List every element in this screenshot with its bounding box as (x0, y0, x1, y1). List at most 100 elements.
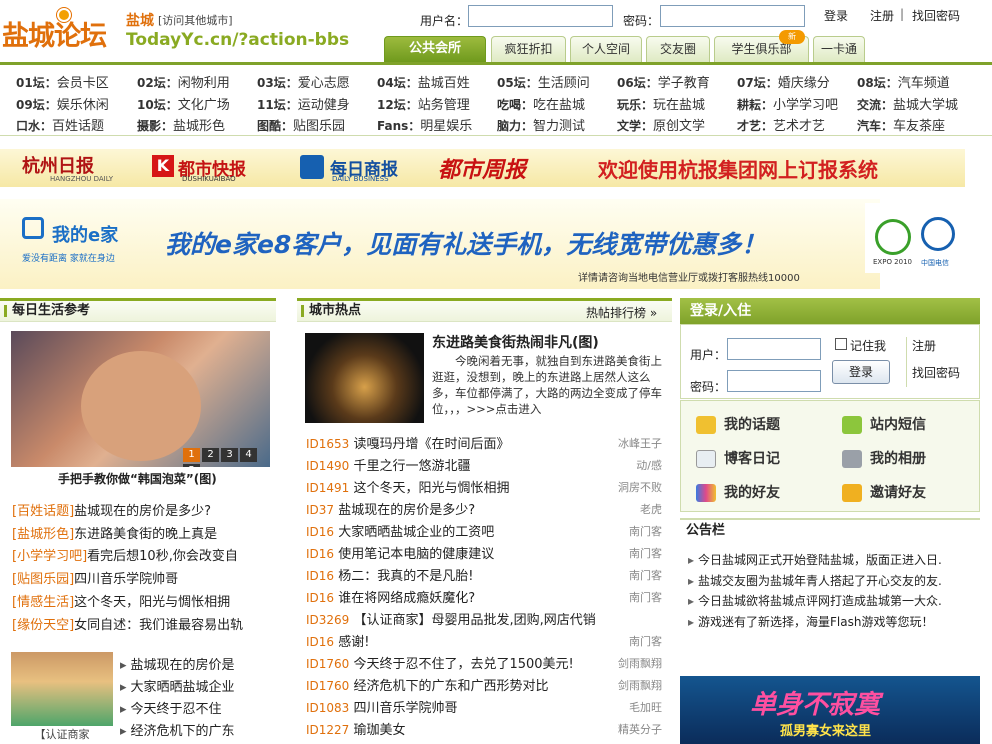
post-id[interactable]: ID1490 (306, 459, 349, 473)
left-link[interactable]: [情感生活]这个冬天，阳光与惆怅相拥 (12, 591, 274, 610)
hot-post[interactable]: ID16 感谢! (306, 631, 369, 650)
hot-post[interactable]: ID1760 经济危机下的广东和广西形势对比 (306, 675, 548, 694)
left-bullet-link[interactable]: ▸ 盐城现在的房价是 (120, 654, 235, 673)
username-input[interactable] (468, 5, 613, 27)
post-id[interactable]: ID1491 (306, 481, 349, 495)
post-author[interactable]: 南门客 (602, 545, 662, 561)
left-link-tag[interactable]: [百姓话题] (12, 504, 74, 519)
notice-item[interactable]: 游戏迷有了新选择，海量Flash游戏等您玩！ (688, 613, 980, 630)
post-id[interactable]: ID1760 (306, 679, 349, 693)
post-title[interactable]: 千里之行一悠游北疆 (353, 459, 470, 474)
hot-post[interactable]: ID1491 这个冬天，阳光与惆怅相拥 (306, 477, 509, 496)
slide-page-button[interactable]: 5 (183, 464, 200, 467)
forum-link[interactable]: 09坛：娱乐休闲 (16, 94, 109, 113)
login-user-input[interactable] (727, 338, 821, 360)
hot-post[interactable]: ID1083 四川音乐学院帅哥 (306, 697, 457, 716)
hot-post[interactable]: ID16 谁在将网络成瘾妖魔化? (306, 587, 475, 606)
album-button[interactable]: 我的相册 (842, 448, 926, 468)
forum-link[interactable]: 01坛：会员卡区 (16, 72, 109, 91)
post-id[interactable]: ID37 (306, 503, 334, 517)
left-link-text[interactable]: 四川音乐学院帅哥 (74, 572, 178, 587)
feature-image[interactable] (305, 333, 424, 423)
forum-link[interactable]: 08坛：汽车频道 (857, 72, 950, 91)
forum-link[interactable]: 才艺：艺术才艺 (737, 115, 825, 134)
post-author[interactable]: 毛加旺 (602, 699, 662, 715)
post-title[interactable]: 今天终于忍不住了，去兑了1500美元! (353, 657, 573, 672)
post-id[interactable]: ID16 (306, 635, 334, 649)
slideshow-image[interactable]: 1234 5 (11, 331, 270, 467)
slide-page-button[interactable]: 2 (202, 448, 219, 462)
forum-link[interactable]: 02坛：闲物利用 (137, 72, 230, 91)
hot-post[interactable]: ID1653 读嘎玛丹增《在时间后面》 (306, 433, 509, 452)
left-link-tag[interactable]: [盐城形色] (12, 527, 74, 542)
post-author[interactable]: 动/感 (602, 457, 662, 473)
login-register-link[interactable]: 注册 (912, 337, 936, 354)
post-id[interactable]: ID1227 (306, 723, 349, 737)
bullet-text[interactable]: 今天终于忍不住 (131, 702, 222, 717)
post-title[interactable]: 四川音乐学院帅哥 (353, 701, 457, 716)
post-title[interactable]: 感谢! (338, 635, 369, 650)
post-title[interactable]: 经济危机下的广东和广西形势对比 (353, 679, 548, 694)
notice-item[interactable]: 盐城交友圈为盐城年青人搭起了开心交友的友. (688, 572, 980, 589)
left-link-text[interactable]: 看完后想10秒,你会改变自 (87, 549, 238, 564)
bullet-text[interactable]: 大家晒晒盐城企业 (131, 680, 235, 695)
slide-caption[interactable]: 手把手教你做“韩国泡菜”(图) (58, 470, 217, 487)
login-pass-input[interactable] (727, 370, 821, 392)
post-author[interactable]: 剑雨飘翔 (602, 655, 662, 671)
left-link-text[interactable]: 女同自述：我们谁最容易出轨 (74, 618, 243, 633)
left-link-tag[interactable]: [贴图乐园] (12, 572, 74, 587)
friends-button[interactable]: 我的好友 (696, 482, 780, 502)
notice-item[interactable]: 今日盐城网正式开始登陆盐城，版面正进入日. (688, 551, 980, 568)
forum-link[interactable]: 05坛：生活顾问 (497, 72, 590, 91)
post-id[interactable]: ID16 (306, 569, 334, 583)
tab-card[interactable]: 一卡通 (813, 36, 865, 62)
slide-page-button[interactable]: 4 (240, 448, 257, 462)
tab-discount[interactable]: 疯狂折扣 (491, 36, 566, 62)
forum-link[interactable]: 汽车：车友茶座 (857, 115, 945, 134)
post-author[interactable]: 南门客 (602, 589, 662, 605)
left-bullet-link[interactable]: ▸ 大家晒晒盐城企业 (120, 676, 235, 695)
post-title[interactable]: 谁在将网络成瘾妖魔化? (338, 591, 475, 606)
blog-button[interactable]: 博客日记 (696, 448, 780, 468)
slide-page-button[interactable]: 3 (221, 448, 238, 462)
left-link-tag[interactable]: [小学学习吧] (12, 549, 87, 564)
post-author[interactable]: 精英分子 (602, 721, 662, 737)
merchant-thumbnail[interactable] (11, 652, 113, 726)
password-input[interactable] (660, 5, 805, 27)
post-title[interactable]: 【认证商家】母婴用品批发,团购,网店代销 (353, 613, 595, 628)
hot-post[interactable]: ID1760 今天终于忍不住了，去兑了1500美元! (306, 653, 574, 672)
forum-link[interactable]: 交流：盐城大学城 (857, 94, 958, 113)
hot-post[interactable]: ID16 杨二：我真的不是凡胎! (306, 565, 473, 584)
hot-post[interactable]: ID1227 瑜珈美女 (306, 719, 405, 738)
login-forgot-link[interactable]: 找回密码 (912, 364, 960, 381)
post-title[interactable]: 使用笔记本电脑的健康建议 (338, 547, 494, 562)
forum-link[interactable]: 03坛：爱心志愿 (257, 72, 350, 91)
merchant-caption[interactable]: 【认证商家 (11, 726, 113, 742)
messages-button[interactable]: 站内短信 (842, 414, 926, 434)
post-title[interactable]: 大家晒晒盐城企业的工资吧 (338, 525, 494, 540)
post-title[interactable]: 盐城现在的房价是多少? (338, 503, 475, 518)
header-login-link[interactable]: 登录 (824, 7, 848, 24)
post-id[interactable]: ID3269 (306, 613, 349, 627)
hot-post[interactable]: ID16 大家晒晒盐城企业的工资吧 (306, 521, 494, 540)
post-id[interactable]: ID16 (306, 525, 334, 539)
left-link-tag[interactable]: [缘份天空] (12, 618, 74, 633)
forum-link[interactable]: 玩乐：玩在盐城 (617, 94, 705, 113)
post-author[interactable]: 冰峰王子 (602, 435, 662, 451)
post-id[interactable]: ID16 (306, 591, 334, 605)
left-bullet-link[interactable]: ▸ 今天终于忍不住 (120, 698, 222, 717)
hot-rank-link[interactable]: 热帖排行榜 » (586, 304, 657, 321)
left-link[interactable]: [盐城形色]东进路美食街的晚上真是 (12, 523, 274, 542)
tab-public[interactable]: 公共会所 (384, 36, 486, 62)
forum-link[interactable]: 口水：百姓话题 (16, 115, 104, 134)
left-link[interactable]: [百姓话题]盐城现在的房价是多少? (12, 500, 274, 519)
site-logo[interactable]: 盐城论坛 (2, 14, 107, 53)
left-link-tag[interactable]: [情感生活] (12, 595, 74, 610)
left-link-text[interactable]: 盐城现在的房价是多少? (74, 504, 211, 519)
left-link[interactable]: [贴图乐园]四川音乐学院帅哥 (12, 568, 274, 587)
forum-link[interactable]: Fans：明星娱乐 (377, 115, 472, 134)
header-forgot-link[interactable]: 找回密码 (912, 7, 960, 24)
left-link[interactable]: [小学学习吧]看完后想10秒,你会改变自 (12, 545, 274, 564)
post-author[interactable]: 剑雨飘翔 (602, 677, 662, 693)
post-title[interactable]: 瑜珈美女 (353, 723, 405, 738)
